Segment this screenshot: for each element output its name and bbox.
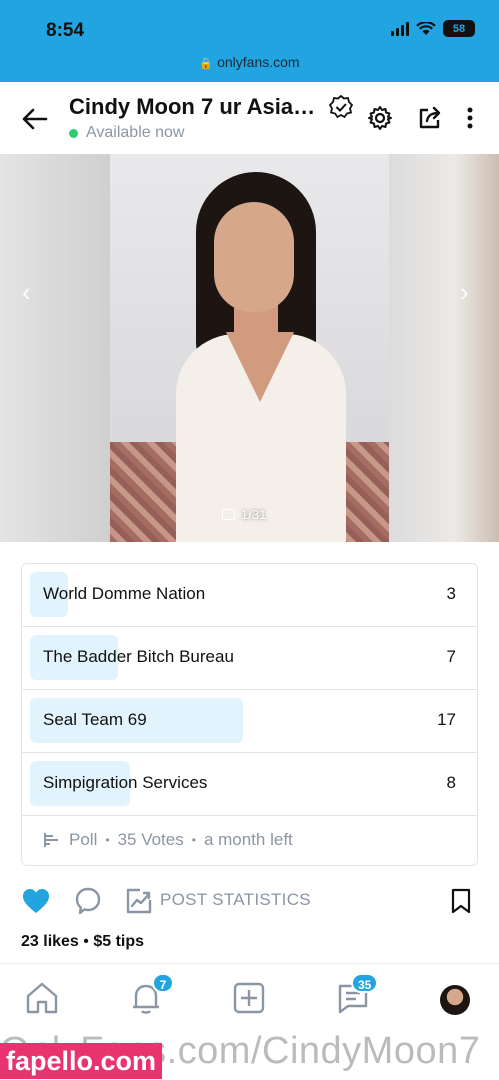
post-statistics-button[interactable]: POST STATISTICS (160, 890, 311, 910)
statistics-icon[interactable] (126, 888, 152, 914)
poll-icon (44, 833, 58, 847)
poll-votes-total: 35 Votes (117, 830, 184, 849)
poll-option-label: Seal Team 69 (43, 710, 147, 729)
chevron-left-icon[interactable]: ‹ (22, 279, 42, 305)
poll-option[interactable]: Seal Team 69 17 (22, 690, 477, 753)
notifications-tab[interactable]: 7 (128, 973, 174, 1016)
online-dot-icon (69, 128, 78, 138)
poll-option-label: The Badder Bitch Bureau (43, 647, 234, 666)
poll-kind: Poll (69, 830, 98, 849)
add-post-icon[interactable] (231, 980, 267, 1016)
messages-tab[interactable]: 35 (335, 973, 379, 1016)
cellular-signal-icon (391, 21, 409, 36)
watermark-logo: fapello.com (0, 1043, 163, 1079)
profile-avatar[interactable] (440, 985, 470, 1015)
poll-option-votes: 7 (446, 647, 456, 666)
post-header: Cindy Moon 7 ur Asia… Available now (0, 82, 499, 154)
poll-option-votes: 17 (437, 710, 456, 729)
wifi-icon (416, 21, 436, 35)
poll-option-votes: 3 (446, 584, 456, 603)
share-icon[interactable] (416, 104, 444, 132)
poll-option[interactable]: The Badder Bitch Bureau 7 (22, 627, 477, 690)
previous-media-preview (0, 154, 110, 542)
poll-option-label: Simpigration Services (43, 773, 208, 792)
status-time: 8:54 (46, 20, 85, 41)
messages-badge: 35 (351, 973, 379, 993)
poll-option[interactable]: World Domme Nation 3 (22, 564, 477, 627)
notifications-badge: 7 (152, 973, 174, 993)
likes-count[interactable]: 23 likes (21, 933, 79, 950)
url-text: onlyfans.com (217, 54, 300, 70)
chevron-right-icon[interactable]: › (460, 279, 480, 305)
engagement-summary: 23 likes • $5 tips (21, 933, 145, 950)
page: 8:54 58 🔒 onlyfans.com Cindy Moon 7 ur As… (0, 0, 499, 1080)
poll-footer: Poll • 35 Votes • a month left (43, 830, 293, 850)
browser-top-bar: 8:54 58 🔒 onlyfans.com (0, 0, 499, 82)
more-options-icon[interactable] (456, 104, 484, 132)
presence-text: Available now (86, 124, 185, 141)
home-icon[interactable] (24, 980, 60, 1016)
post-photo[interactable] (110, 154, 389, 542)
poll-option-votes: 8 (446, 773, 456, 792)
presence-status: Available now (69, 124, 184, 142)
creator-name[interactable]: Cindy Moon 7 ur Asia… (69, 94, 315, 120)
verified-badge-icon (328, 94, 354, 119)
url-bar[interactable]: 🔒 onlyfans.com (0, 54, 499, 70)
tips-total[interactable]: $5 tips (93, 933, 144, 950)
like-heart-icon[interactable] (21, 886, 51, 916)
image-icon (222, 509, 235, 520)
media-counter-text: 1/31 (241, 507, 267, 522)
lock-icon: 🔒 (199, 58, 214, 70)
media-carousel[interactable]: ‹ › 1/31 (0, 154, 499, 542)
media-counter: 1/31 (222, 507, 266, 522)
poll-option-label: World Domme Nation (43, 584, 206, 603)
next-media-preview (389, 154, 499, 542)
back-arrow-icon[interactable] (20, 104, 50, 134)
bookmark-icon[interactable] (450, 887, 472, 915)
battery-icon: 58 (443, 20, 475, 37)
poll-time-left: a month left (203, 830, 293, 849)
comment-icon[interactable] (74, 886, 102, 916)
poll: World Domme Nation 3 The Badder Bitch Bu… (21, 563, 478, 866)
poll-option[interactable]: Simpigration Services 8 (22, 753, 477, 816)
gear-icon[interactable] (366, 104, 394, 132)
status-icons: 58 (391, 20, 475, 37)
